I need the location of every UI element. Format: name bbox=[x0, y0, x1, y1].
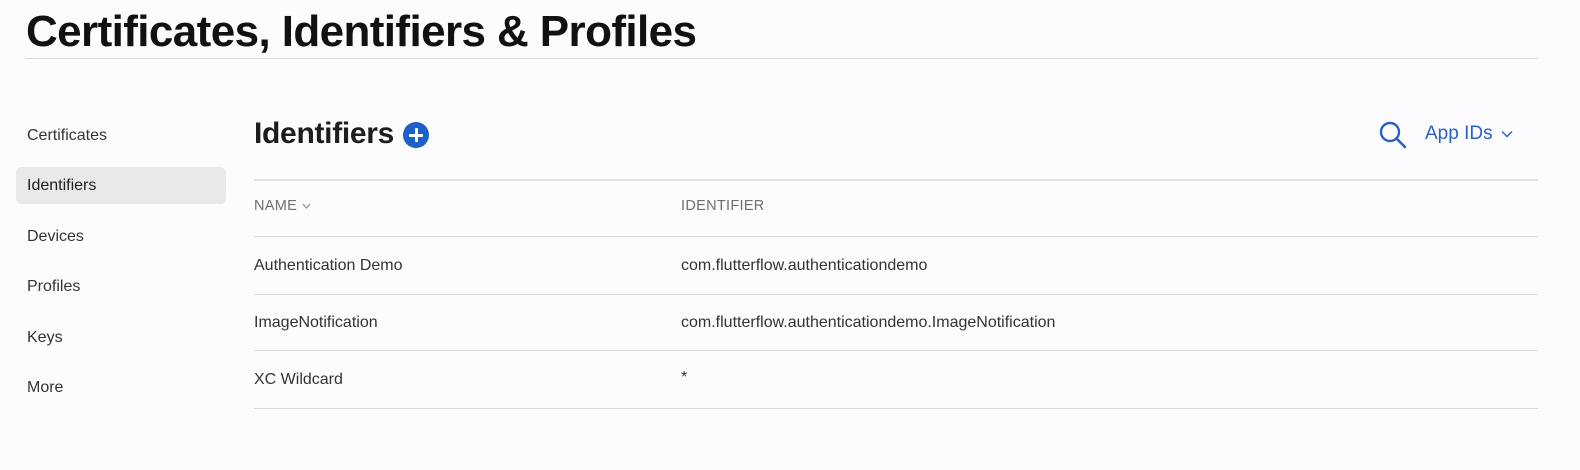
search-icon[interactable] bbox=[1378, 120, 1408, 150]
column-header-name[interactable]: NAME bbox=[254, 198, 311, 214]
table-header-divider bbox=[254, 236, 1538, 237]
add-identifier-button[interactable] bbox=[403, 122, 430, 148]
filter-label: App IDs bbox=[1425, 123, 1493, 144]
row-2-name[interactable]: ImageNotification bbox=[254, 314, 378, 332]
row-1-identifier[interactable]: com.flutterflow.authenticationdemo bbox=[681, 257, 927, 275]
column-header-name-label: NAME bbox=[254, 198, 298, 214]
sidebar-item-profiles[interactable]: Profiles bbox=[16, 268, 226, 305]
row-2-identifier[interactable]: com.flutterflow.authenticationdemo.Image… bbox=[681, 314, 1055, 332]
sidebar-item-more[interactable]: More bbox=[16, 369, 226, 406]
sidebar-item-certificates[interactable]: Certificates bbox=[16, 117, 226, 154]
sidebar-item-identifiers[interactable]: Identifiers bbox=[16, 167, 226, 205]
column-header-identifier-label: IDENTIFIER bbox=[681, 198, 765, 214]
sort-chevron-icon bbox=[302, 203, 311, 209]
chevron-down-icon bbox=[1501, 131, 1513, 138]
row-3-identifier[interactable]: * bbox=[681, 369, 687, 387]
app-ids-filter-dropdown[interactable]: App IDs bbox=[1425, 120, 1513, 148]
section-header: Identifiers bbox=[254, 113, 430, 155]
row-divider bbox=[254, 350, 1538, 351]
title-divider bbox=[26, 58, 1538, 59]
sidebar-nav: Certificates Identifiers Devices Profile… bbox=[16, 117, 226, 419]
section-title: Identifiers bbox=[254, 117, 395, 150]
table-top-divider bbox=[254, 179, 1538, 181]
row-divider bbox=[254, 408, 1538, 409]
row-1-name[interactable]: Authentication Demo bbox=[254, 257, 403, 275]
sidebar-item-devices[interactable]: Devices bbox=[16, 218, 226, 255]
row-divider bbox=[254, 294, 1538, 295]
page-title: Certificates, Identifiers & Profiles bbox=[26, 7, 697, 56]
column-header-identifier: IDENTIFIER bbox=[681, 198, 765, 214]
row-3-name[interactable]: XC Wildcard bbox=[254, 371, 343, 389]
sidebar-item-keys[interactable]: Keys bbox=[16, 319, 226, 356]
